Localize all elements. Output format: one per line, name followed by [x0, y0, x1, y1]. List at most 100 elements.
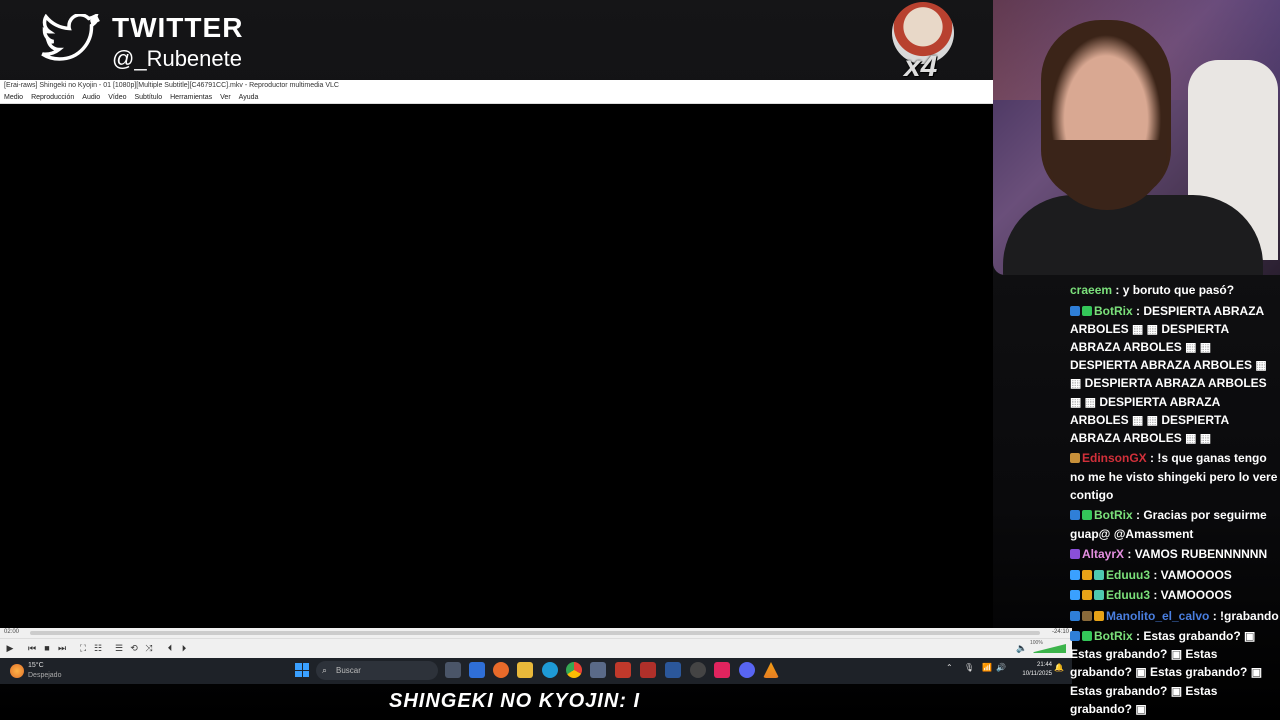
- chat-badge-icon: [1070, 453, 1080, 464]
- app-icon[interactable]: [640, 662, 656, 678]
- app-icon[interactable]: [615, 662, 631, 678]
- vlc-menu-item[interactable]: Ayuda: [239, 92, 259, 103]
- chat-username[interactable]: Manolito_el_calvo: [1106, 609, 1213, 623]
- vlc-menu-item[interactable]: Subtítulo: [134, 92, 162, 103]
- twitter-overlay: TWITTER @_Rubenete: [40, 8, 300, 72]
- chat-badge-icon: [1070, 549, 1080, 560]
- chat-username[interactable]: BotRix: [1094, 304, 1136, 318]
- chat-username[interactable]: Eduuu3: [1106, 568, 1153, 582]
- windows-taskbar: 15°C Despejado ⌕ Buscar ⌃ 🎙 📶 🔊 21:44 10…: [0, 658, 1072, 684]
- chat-panel: craeem : y boruto que pasó? BotRix : DESP…: [1070, 281, 1280, 720]
- windows-start-icon[interactable]: [295, 663, 309, 677]
- edge-icon[interactable]: [542, 662, 558, 678]
- chat-username[interactable]: BotRix: [1094, 629, 1136, 643]
- streamer-avatar-badge: x4: [888, 2, 958, 84]
- notepad-icon[interactable]: [469, 662, 485, 678]
- video-area[interactable]: [0, 104, 993, 628]
- firefox-icon[interactable]: [493, 662, 509, 678]
- search-placeholder: Buscar: [336, 666, 361, 675]
- app-icon[interactable]: [690, 662, 706, 678]
- fullscreen-icon[interactable]: ⛶: [77, 642, 89, 654]
- chat-message: Eduuu3 : VAMOOOOS: [1070, 566, 1280, 584]
- vlc-menu-item[interactable]: Vídeo: [108, 92, 126, 103]
- speaker-icon[interactable]: 🔊: [996, 663, 1006, 672]
- microphone-icon[interactable]: 🎙: [964, 663, 974, 672]
- weather-widget[interactable]: 15°C Despejado: [10, 661, 80, 683]
- vlc-menu-item[interactable]: Audio: [82, 92, 100, 103]
- twitter-bird-icon: [41, 14, 100, 61]
- chat-badge-icon: [1082, 510, 1092, 521]
- weather-temp: 15°C: [28, 662, 44, 669]
- taskbar-search[interactable]: ⌕ Buscar: [316, 661, 438, 680]
- vlc-menu-item[interactable]: Medio: [4, 92, 23, 103]
- app-icon[interactable]: [590, 662, 606, 678]
- vlc-menu-item[interactable]: Herramientas: [170, 92, 212, 103]
- multiplier-label: x4: [904, 50, 938, 83]
- playlist-icon[interactable]: ☰: [113, 642, 125, 654]
- chat-message: Eduuu3 : VAMOOOOS: [1070, 586, 1280, 604]
- chat-username[interactable]: Eduuu3: [1106, 588, 1153, 602]
- chat-username[interactable]: AltayrX: [1082, 547, 1127, 561]
- taskbar-clock[interactable]: 21:44 10/11/2025: [1010, 661, 1052, 679]
- vlc-menu-item[interactable]: Reproducción: [31, 92, 74, 103]
- chat-text: : VAMOS RUBENNNNNN: [1127, 547, 1268, 562]
- chat-message: BotRix : DESPIERTA ABRAZA ARBOLES ▦ ▦ DE…: [1070, 302, 1280, 448]
- frame-back-icon[interactable]: ⏴: [164, 642, 176, 654]
- chat-badge-icon: [1082, 610, 1092, 621]
- chevron-up-icon[interactable]: ⌃: [946, 663, 953, 672]
- search-icon: ⌕: [322, 665, 328, 675]
- loop-icon[interactable]: ⟲: [128, 642, 140, 654]
- chat-text: : VAMOOOOS: [1153, 588, 1232, 603]
- vlc-window: [Erai-raws] Shingeki no Kyojin - 01 [108…: [0, 80, 1072, 658]
- task-view-icon[interactable]: [445, 662, 461, 678]
- seek-slider[interactable]: [30, 631, 1040, 635]
- frame-forward-icon[interactable]: ⏵: [178, 642, 190, 654]
- chat-message: Manolito_el_calvo : !grabando: [1070, 607, 1280, 625]
- webcam-feed: [993, 0, 1280, 275]
- chat-message: BotRix : Gracias por seguirme guap@ @Ama…: [1070, 506, 1280, 542]
- chat-username[interactable]: craeem: [1070, 283, 1115, 297]
- stop-icon[interactable]: ■: [41, 642, 53, 654]
- chrome-icon[interactable]: [566, 662, 582, 678]
- chat-message: AltayrX : VAMOS RUBENNNNNN: [1070, 545, 1280, 563]
- wifi-icon[interactable]: 📶: [982, 663, 992, 672]
- vlc-title-bar[interactable]: [Erai-raws] Shingeki no Kyojin - 01 [108…: [0, 80, 993, 92]
- notification-icon[interactable]: 🔔: [1054, 663, 1064, 672]
- chat-badge-icon: [1082, 590, 1092, 601]
- chat-message: EdinsonGX : !s que ganas tengo no me he …: [1070, 449, 1280, 504]
- shuffle-icon[interactable]: ⤨: [143, 642, 155, 654]
- chat-username[interactable]: EdinsonGX: [1082, 451, 1150, 465]
- word-icon[interactable]: [665, 662, 681, 678]
- time-remaining: -24:10: [1052, 629, 1070, 635]
- chat-badge-icon: [1070, 305, 1080, 316]
- discord-icon[interactable]: [739, 662, 755, 678]
- vlc-icon[interactable]: [763, 662, 779, 678]
- vlc-menu-item[interactable]: Ver: [220, 92, 231, 103]
- chat-text: : y boruto que pasó?: [1115, 283, 1235, 297]
- extended-settings-icon[interactable]: ☷: [92, 642, 104, 654]
- chat-badge-icon: [1094, 590, 1104, 601]
- chat-badge-icon: [1082, 631, 1092, 642]
- twitter-title: TWITTER: [112, 12, 244, 43]
- volume-icon[interactable]: 🔈: [1016, 643, 1027, 654]
- next-icon[interactable]: ⏭: [56, 642, 68, 654]
- twitter-handle: @_Rubenete: [112, 46, 242, 71]
- time-elapsed: 02:00: [4, 629, 20, 635]
- chat-username[interactable]: BotRix: [1094, 508, 1136, 522]
- chat-badge-icon: [1070, 610, 1080, 621]
- chat-text: : !grabando: [1212, 608, 1279, 623]
- chat-badge-icon: [1094, 569, 1104, 580]
- chat-badge-icon: [1070, 590, 1080, 601]
- clock-date: 10/11/2025: [1022, 671, 1052, 677]
- previous-icon[interactable]: ⏮: [26, 642, 38, 654]
- chat-badge-icon: [1070, 510, 1080, 521]
- file-explorer-icon[interactable]: [517, 662, 533, 678]
- chat-badge-icon: [1082, 305, 1092, 316]
- tiktok-icon[interactable]: [714, 662, 730, 678]
- chat-badge-icon: [1082, 569, 1092, 580]
- chat-text: : VAMOOOOS: [1153, 567, 1232, 582]
- chat-message: BotRix : Estas grabando? ▣ Estas graband…: [1070, 627, 1280, 718]
- weather-condition: Despejado: [28, 672, 62, 679]
- chat-badge-icon: [1070, 569, 1080, 580]
- play-icon[interactable]: ▶: [4, 642, 16, 654]
